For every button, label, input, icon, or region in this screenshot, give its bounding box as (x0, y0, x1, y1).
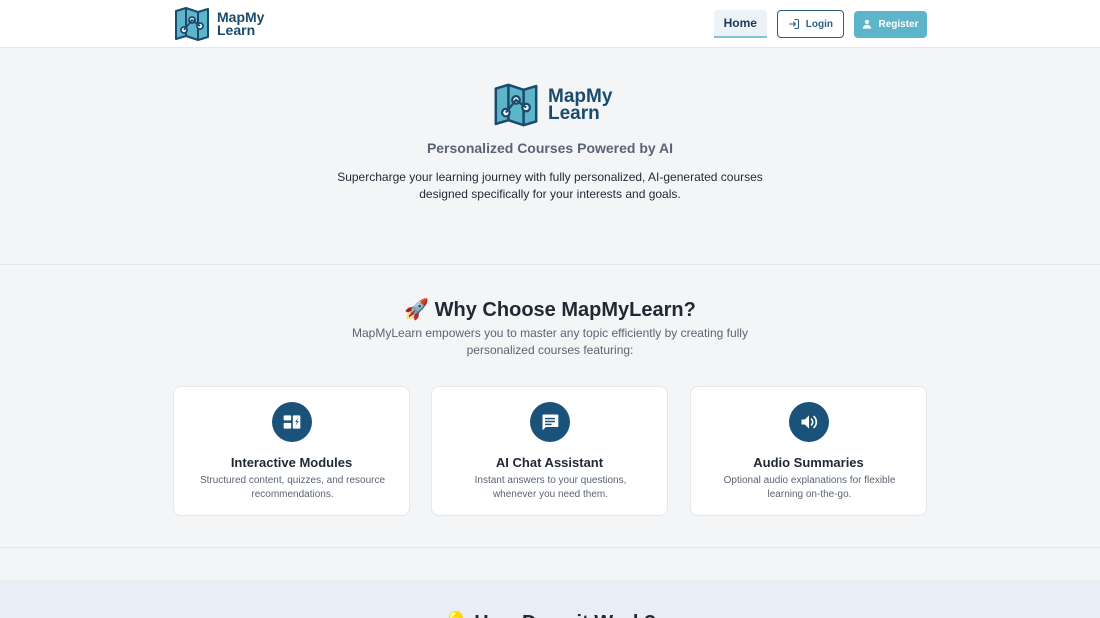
dashboard-icon (272, 402, 312, 442)
header-logo[interactable]: MapMy Learn (173, 6, 264, 42)
feature-card-audio-summaries: Audio Summaries Optional audio explanati… (690, 386, 927, 516)
why-title: 🚀 Why Choose MapMyLearn? (404, 299, 696, 321)
how-title: 💡 How Does it Work? (0, 610, 1100, 618)
how-section: 💡 How Does it Work? (0, 580, 1100, 618)
feature-description: Optional audio explanations for flexible… (723, 475, 896, 500)
register-label: Register (878, 18, 919, 30)
feature-description: Instant answers to your questions, whene… (474, 475, 627, 500)
why-description: MapMyLearn empowers you to master any to… (352, 326, 748, 357)
nav-actions: Home Login Register (713, 10, 927, 38)
feature-description: Structured content, quizzes, and resourc… (199, 475, 386, 500)
hero-logo-line2: Learn (548, 103, 600, 124)
map-logo-icon (175, 7, 209, 41)
volume-icon (789, 402, 829, 442)
nav-home-link[interactable]: Home (713, 10, 767, 38)
logo-line2: Learn (217, 22, 256, 38)
user-icon (863, 19, 872, 29)
login-label: Login (805, 18, 833, 30)
hero-logo-wordmark: MapMy Learn (548, 87, 612, 124)
chat-icon (530, 402, 570, 442)
hero-description: Supercharge your learning journey with f… (337, 170, 763, 201)
feature-title: Audio Summaries (753, 455, 864, 470)
map-logo-icon (494, 83, 538, 127)
login-icon (788, 18, 799, 30)
feature-title: AI Chat Assistant (495, 455, 604, 470)
hero-section: MapMy Learn Personalized Courses Powered… (0, 48, 1100, 265)
why-section: 🚀 Why Choose MapMyLearn? MapMyLearn empo… (0, 265, 1100, 548)
hero-logo: MapMy Learn (492, 82, 612, 128)
logo-wordmark: MapMy Learn (217, 10, 264, 38)
hero-title: Personalized Courses Powered by AI (426, 140, 674, 156)
feature-title: Interactive Modules (230, 455, 353, 470)
feature-card-ai-chat: AI Chat Assistant Instant answers to you… (431, 386, 668, 516)
login-button[interactable]: Login (776, 10, 844, 38)
top-navbar: MapMy Learn Home Login Register (0, 0, 1100, 48)
feature-card-interactive-modules: Interactive Modules Structured content, … (173, 386, 410, 516)
register-button[interactable]: Register (854, 10, 927, 38)
